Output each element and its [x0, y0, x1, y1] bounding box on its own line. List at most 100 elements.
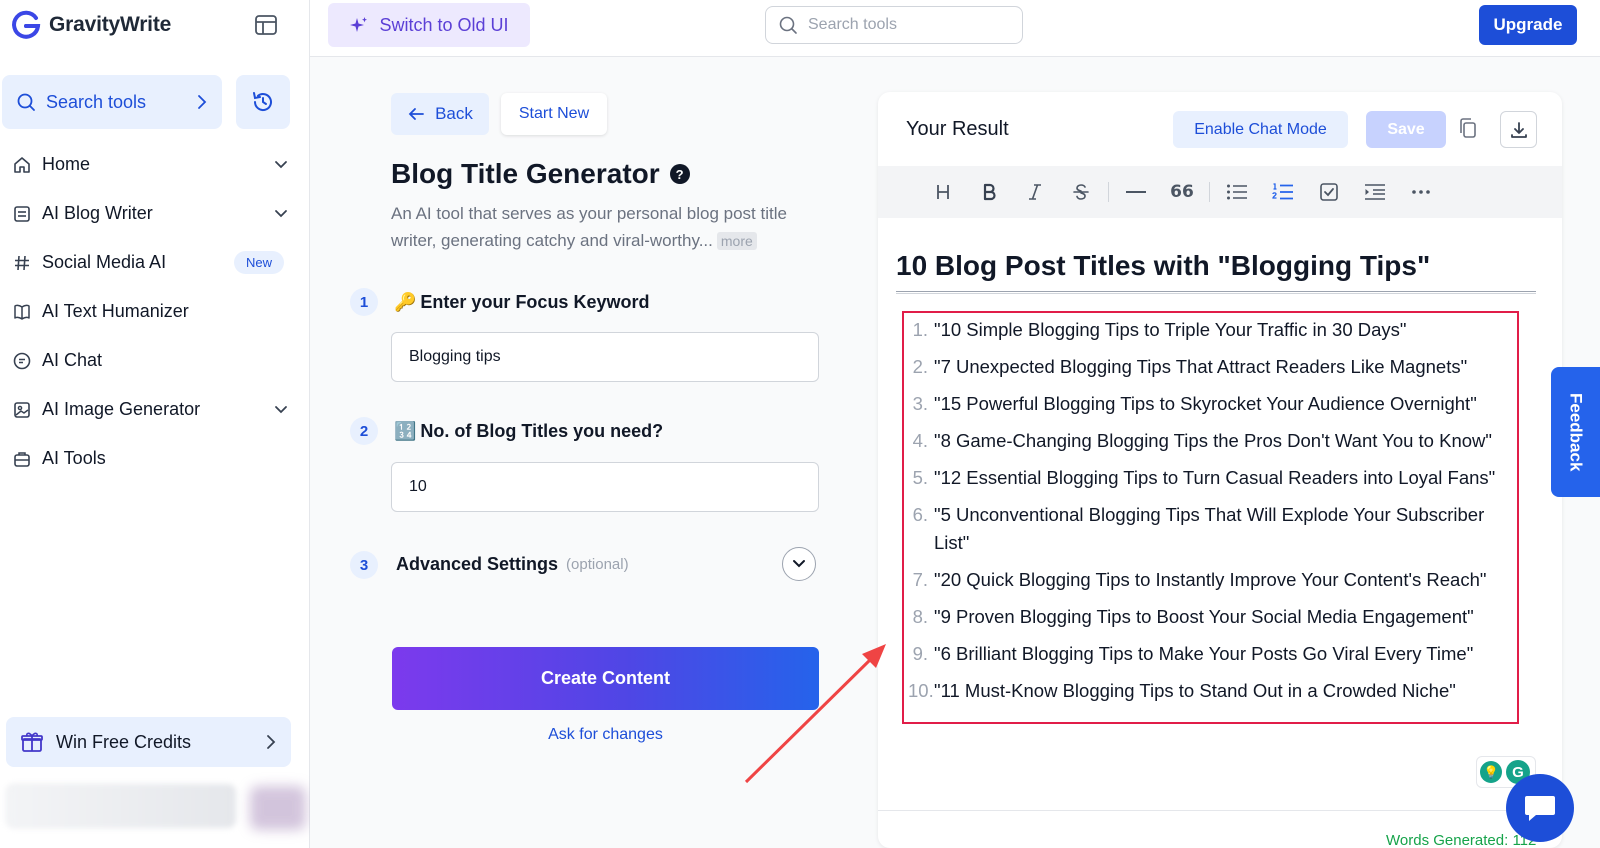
- home-icon: [14, 156, 30, 173]
- list-item-text: "9 Proven Blogging Tips to Boost Your So…: [934, 606, 1474, 627]
- step-number: 1: [350, 288, 378, 316]
- back-label: Back: [435, 104, 473, 123]
- list-item: 1. "10 Simple Blogging Tips to Triple You…: [908, 316, 1518, 344]
- avatar[interactable]: [250, 786, 306, 830]
- sidebar-search-tools-button[interactable]: Search tools: [2, 75, 222, 129]
- back-button[interactable]: Back: [391, 93, 489, 135]
- numbers-emoji-icon: 🔢: [394, 421, 417, 441]
- list-item: 7. "20 Quick Blogging Tips to Instantly I…: [908, 566, 1518, 594]
- focus-keyword-input[interactable]: Blogging tips: [391, 332, 819, 382]
- list-item: 2. "7 Unexpected Blogging Tips That Attra…: [908, 353, 1518, 381]
- enable-chat-mode-button[interactable]: Enable Chat Mode: [1173, 111, 1348, 148]
- list-item-text: "5 Unconventional Blogging Tips That Wil…: [934, 504, 1485, 553]
- gift-icon: [21, 732, 43, 752]
- more-options-icon[interactable]: [1398, 172, 1444, 212]
- chevron-right-icon: [267, 735, 276, 749]
- list-item: 8. "9 Proven Blogging Tips to Boost Your …: [908, 603, 1518, 631]
- list-item-text: "12 Essential Blogging Tips to Turn Casu…: [934, 467, 1496, 488]
- advanced-settings-toggle[interactable]: [782, 547, 816, 581]
- sidebar-item-ai-blog-writer[interactable]: AI Blog Writer: [0, 189, 300, 238]
- sidebar-item-ai-text-humanizer[interactable]: AI Text Humanizer: [0, 287, 300, 336]
- switch-to-old-ui-button[interactable]: Switch to Old UI: [328, 3, 530, 47]
- sidebar-toggle-icon[interactable]: [254, 14, 278, 36]
- sidebar-item-label: AI Chat: [42, 350, 103, 370]
- step-number: 3: [350, 551, 378, 579]
- document-heading: 10 Blog Post Titles with "Blogging Tips": [896, 250, 1431, 281]
- sidebar-item-label: Home: [42, 154, 91, 174]
- sidebar-item-home[interactable]: Home: [0, 140, 300, 189]
- top-bar: Switch to Old UI Search tools Upgrade: [310, 0, 1600, 57]
- title-count-label: 🔢 No. of Blog Titles you need?: [394, 421, 663, 442]
- brand-logo[interactable]: GravityWrite: [10, 10, 171, 40]
- copy-icon[interactable]: [1458, 116, 1478, 140]
- sidebar-item-label: AI Tools: [42, 448, 106, 468]
- sidebar-item-social-media-ai[interactable]: Social Media AI New: [0, 238, 300, 287]
- sidebar: GravityWrite Search tools Home AI Blog W…: [0, 0, 310, 848]
- sidebar-item-label: Social Media AI: [42, 252, 167, 272]
- lightbulb-icon[interactable]: 💡: [1480, 761, 1502, 783]
- quote-icon[interactable]: 66: [1159, 172, 1205, 212]
- sidebar-nav: Home AI Blog Writer Social Media AI New …: [0, 140, 300, 483]
- support-chat-button[interactable]: [1506, 774, 1574, 842]
- list-item-text: "15 Powerful Blogging Tips to Skyrocket …: [934, 393, 1477, 414]
- italic-icon[interactable]: [1012, 172, 1058, 212]
- search-placeholder: Search tools: [808, 16, 897, 33]
- history-button[interactable]: [236, 75, 290, 129]
- sparkle-icon: [350, 17, 368, 32]
- sidebar-item-ai-chat[interactable]: AI Chat: [0, 336, 300, 385]
- list-item-number: 1.: [912, 319, 928, 340]
- list-item: 9. "6 Brilliant Blogging Tips to Make You…: [908, 640, 1518, 668]
- search-tools-label: Search tools: [46, 91, 147, 112]
- gravitywrite-logo-icon: [12, 10, 41, 39]
- feedback-tab[interactable]: Feedback: [1551, 367, 1600, 497]
- list-item-text: "20 Quick Blogging Tips to Instantly Imp…: [934, 569, 1487, 590]
- more-link[interactable]: more: [716, 232, 757, 250]
- user-account-blurred[interactable]: [6, 784, 236, 828]
- list-item: 4. "8 Game-Changing Blogging Tips the Pro…: [908, 427, 1518, 455]
- blog-icon: [14, 205, 30, 222]
- search-icon: [17, 93, 35, 111]
- list-item: 10. "11 Must-Know Blogging Tips to Stand …: [908, 677, 1518, 705]
- bold-icon[interactable]: [966, 172, 1012, 212]
- toolbar-divider: [1209, 182, 1210, 202]
- result-footer-divider: [878, 810, 1562, 811]
- download-button[interactable]: [1500, 111, 1537, 148]
- search-input[interactable]: Search tools: [765, 6, 1023, 44]
- list-item-number: 4.: [912, 430, 928, 451]
- list-item: 3. "15 Powerful Blogging Tips to Skyrocke…: [908, 390, 1518, 418]
- heading-icon[interactable]: [920, 172, 966, 212]
- page-title: Blog Title Generator ?: [391, 158, 690, 190]
- advanced-settings-label[interactable]: Advanced Settings (optional): [396, 554, 629, 575]
- indent-icon[interactable]: [1352, 172, 1398, 212]
- list-item-number: 9.: [912, 643, 928, 664]
- ordered-list-icon[interactable]: [1260, 172, 1306, 212]
- strikethrough-icon[interactable]: [1058, 172, 1104, 212]
- sidebar-item-ai-image-generator[interactable]: AI Image Generator: [0, 385, 300, 434]
- checklist-icon[interactable]: [1306, 172, 1352, 212]
- chevron-down-icon: [275, 209, 287, 217]
- save-button[interactable]: Save: [1366, 111, 1446, 148]
- toolbar-divider: [1108, 182, 1109, 202]
- book-icon: [14, 304, 30, 320]
- title-count-label-text: No. of Blog Titles you need?: [420, 421, 664, 441]
- focus-keyword-value: Blogging tips: [409, 348, 501, 365]
- upgrade-button[interactable]: Upgrade: [1479, 5, 1577, 45]
- title-count-input[interactable]: 10: [391, 462, 819, 512]
- list-item-number: 3.: [912, 393, 928, 414]
- horizontal-rule-icon[interactable]: [1113, 172, 1159, 212]
- start-new-button[interactable]: Start New: [501, 93, 607, 135]
- title-count-value: 10: [409, 478, 427, 495]
- search-icon: [779, 16, 797, 34]
- hashtag-icon: [15, 255, 29, 270]
- sidebar-item-label: AI Image Generator: [42, 399, 201, 419]
- switch-to-old-ui-label: Switch to Old UI: [379, 14, 509, 35]
- list-item-text: "10 Simple Blogging Tips to Triple Your …: [934, 319, 1407, 340]
- sidebar-item-ai-tools[interactable]: AI Tools: [0, 434, 300, 483]
- win-free-credits-button[interactable]: Win Free Credits: [6, 717, 291, 767]
- annotation-arrow: [744, 644, 886, 784]
- chevron-down-icon: [275, 160, 287, 168]
- list-item-number: 10.: [908, 680, 934, 701]
- help-icon[interactable]: ?: [669, 164, 690, 184]
- bullet-list-icon[interactable]: [1214, 172, 1260, 212]
- list-item-number: 5.: [912, 467, 928, 488]
